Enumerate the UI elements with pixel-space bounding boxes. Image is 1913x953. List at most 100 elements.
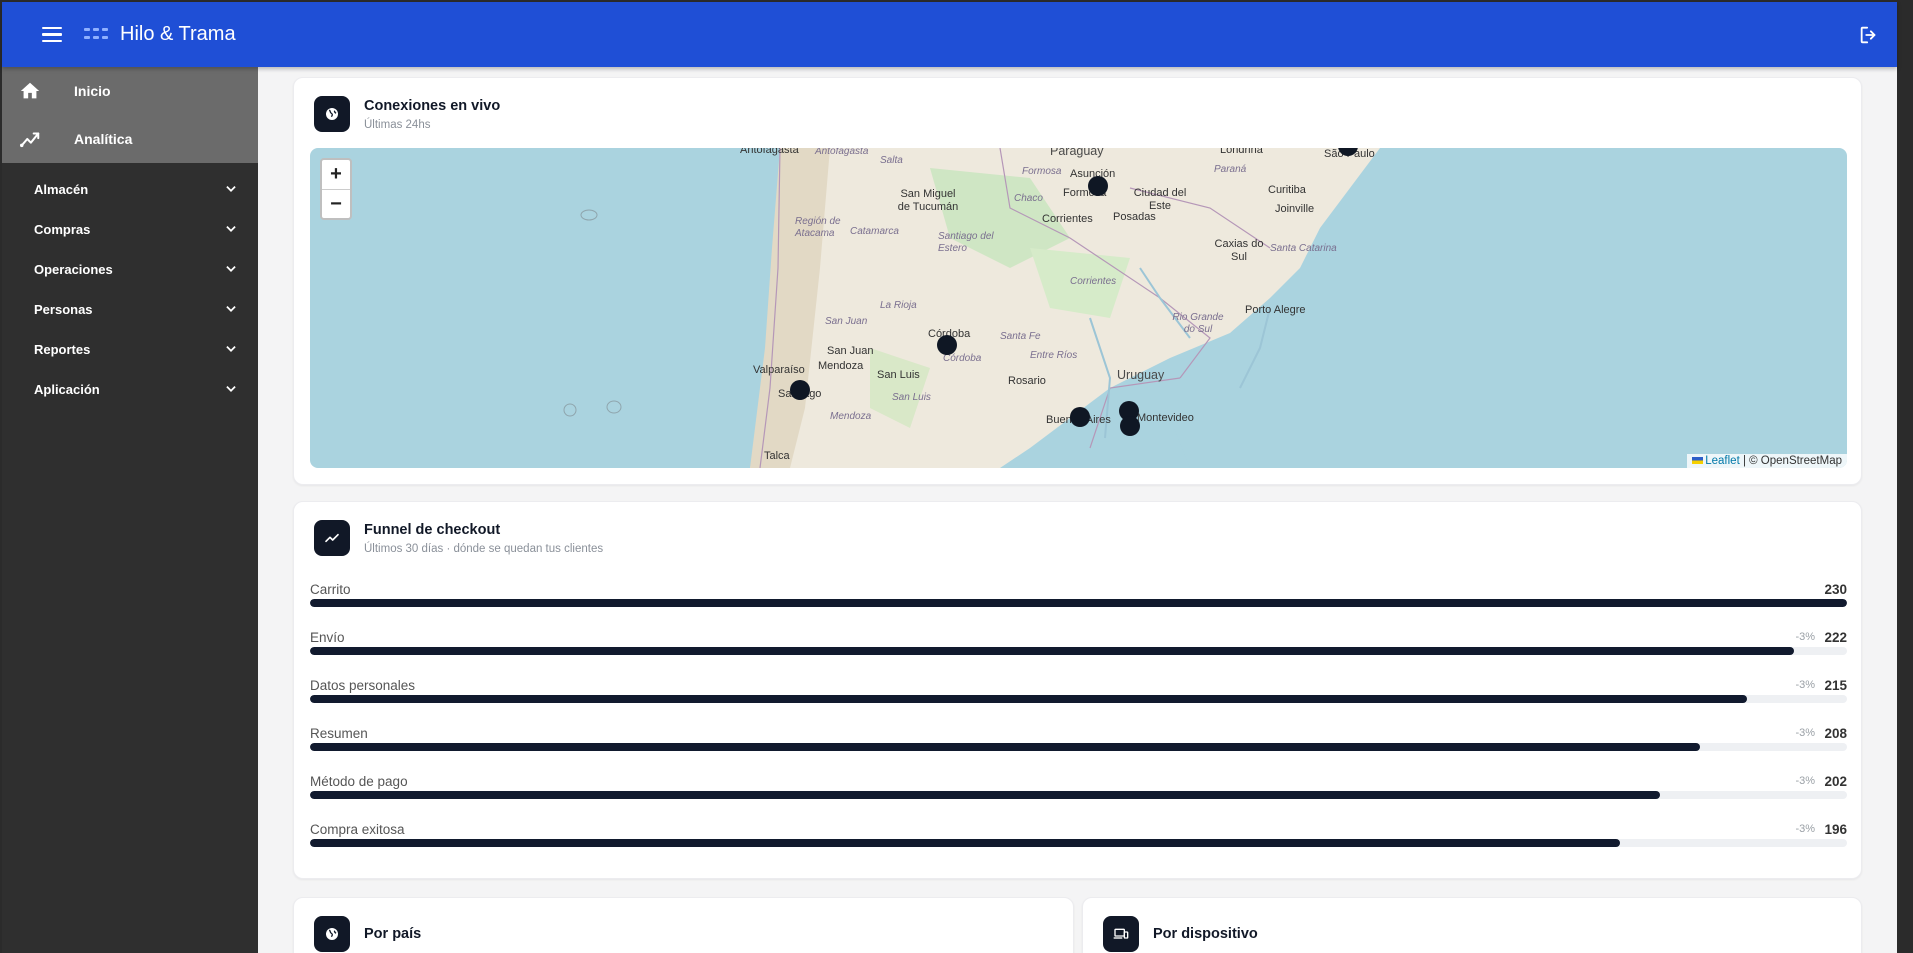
live-map[interactable]: Antofagasta Antofagasta Salta Paraguay F… [310, 148, 1847, 468]
map-place: Corrientes [1042, 213, 1093, 225]
funnel-step-bar [310, 791, 1847, 799]
map-marker[interactable] [790, 380, 810, 400]
zoom-in-button[interactable]: + [322, 160, 350, 189]
country-card: Por país [293, 897, 1074, 953]
funnel-step-label: Método de pago [310, 774, 408, 789]
sidebar-item-label: Analítica [74, 131, 133, 147]
map-place: Formosa [1022, 166, 1062, 177]
funnel-step-drop: -3% [1795, 727, 1815, 739]
funnel-step-label: Resumen [310, 726, 368, 741]
map-place: San Luis [892, 392, 931, 403]
chevron-down-icon [226, 386, 236, 392]
funnel-step-value: 230 [1824, 582, 1847, 597]
card-subtitle: Últimos 30 días · dónde se quedan tus cl… [364, 543, 604, 555]
map-place: Catamarca [850, 226, 899, 237]
attribution-text: | © OpenStreetMap [1739, 455, 1842, 467]
menu-icon[interactable] [42, 21, 70, 49]
sidebar-group-operaciones[interactable]: Operaciones [2, 249, 258, 289]
funnel-step-value: 215 [1824, 678, 1847, 693]
map-marker[interactable] [1120, 416, 1140, 436]
home-icon [18, 79, 42, 103]
map-attribution: Leaflet | © OpenStreetMap [1687, 454, 1847, 468]
map-place: Corrientes [1070, 276, 1117, 287]
sidebar-group-label: Almacén [34, 181, 89, 197]
zoom-out-button[interactable]: − [322, 189, 350, 218]
map-place: Paraná [1214, 164, 1247, 175]
map-place: Paraguay [1050, 148, 1104, 158]
map-place: Región de Atacama [795, 216, 841, 239]
sidebar-group-compras[interactable]: Compras [2, 209, 258, 249]
device-card: Por dispositivo [1082, 897, 1862, 953]
map-place: Londrina [1220, 148, 1263, 156]
map-place: San Miguel de Tucumán [897, 188, 959, 213]
sidebar-group-personas[interactable]: Personas [2, 289, 258, 329]
funnel-step-bar [310, 599, 1847, 607]
map-place: Ciudad del Este [1133, 187, 1187, 212]
sidebar-item-inicio[interactable]: Inicio [2, 67, 258, 115]
funnel-step: Resumen -3% 208 [310, 726, 1847, 766]
chevron-down-icon [226, 186, 236, 192]
app-title: Hilo & Trama [120, 23, 236, 45]
card-subtitle: Últimas 24hs [364, 119, 431, 131]
sidebar: Inicio Analítica Almacén Compras Operaci… [2, 67, 258, 953]
sidebar-top: Inicio Analítica [2, 67, 258, 163]
sidebar-item-analitica[interactable]: Analítica [2, 115, 258, 163]
chevron-down-icon [226, 306, 236, 312]
globe-icon [314, 96, 350, 132]
sidebar-group-label: Reportes [34, 341, 91, 357]
sidebar-group-reportes[interactable]: Reportes [2, 329, 258, 369]
logout-icon[interactable] [1857, 24, 1881, 46]
map-place: Montevideo [1137, 412, 1194, 424]
map-marker[interactable] [1070, 407, 1090, 427]
leaflet-link[interactable]: Leaflet [1705, 455, 1740, 467]
map-place: San Luis [877, 369, 920, 381]
funnel-step-bar-fill [310, 695, 1747, 703]
map-place: Mendoza [818, 360, 864, 372]
funnel-step-value: 202 [1824, 774, 1847, 789]
main-content: Conexiones en vivo Últimas 24hs Antofaga… [258, 67, 1897, 953]
funnel-card: Funnel de checkout Últimos 30 días · dón… [293, 501, 1862, 879]
map-place: La Rioja [880, 300, 917, 311]
analytics-icon [18, 127, 42, 151]
map-place: Joinville [1275, 203, 1315, 215]
card-header: Funnel de checkout Últimos 30 días · dón… [314, 520, 603, 556]
map-place: Caxias do Sul [1214, 238, 1264, 263]
map-place: Salta [880, 155, 903, 166]
map-place: Chaco [1014, 193, 1043, 204]
funnel-step-value: 196 [1824, 822, 1847, 837]
card-title: Funnel de checkout [364, 522, 501, 538]
app-bar: Hilo & Trama [2, 2, 1897, 67]
map-place: San Juan [825, 316, 868, 327]
sidebar-group-aplicacion[interactable]: Aplicación [2, 369, 258, 409]
sidebar-group-label: Compras [34, 221, 91, 237]
funnel-step-label: Datos personales [310, 678, 416, 693]
funnel-step-label: Envío [310, 630, 345, 645]
map-place: Antofagasta [815, 148, 869, 157]
funnel-step-drop: -3% [1795, 679, 1815, 691]
sidebar-group-almacen[interactable]: Almacén [2, 169, 258, 209]
map-place: Curitiba [1268, 184, 1306, 196]
ukraine-flag-icon [1692, 457, 1704, 465]
map-place: Rio Grande do Sul [1172, 312, 1224, 335]
card-header: Por país [314, 916, 421, 952]
map-place: Santa Catarina [1270, 243, 1337, 254]
funnel-step-bar-fill [310, 599, 1847, 607]
sidebar-item-label: Inicio [74, 83, 111, 99]
map-place: Antofagasta [740, 148, 799, 156]
funnel-step: Carrito 230 [310, 582, 1847, 622]
map-marker[interactable] [937, 335, 957, 355]
card-header: Por dispositivo [1103, 916, 1258, 952]
map-place: Entre Ríos [1030, 350, 1078, 361]
sidebar-group-label: Personas [34, 301, 93, 317]
funnel-step: Método de pago -3% 202 [310, 774, 1847, 814]
map-marker[interactable] [1088, 176, 1108, 196]
card-title: Por dispositivo [1153, 926, 1258, 942]
funnel-step-bar-fill [310, 839, 1620, 847]
funnel-step-bar-fill [310, 647, 1794, 655]
devices-icon [1103, 916, 1139, 952]
map-place: Posadas [1113, 211, 1156, 223]
map-zoom-control: + − [320, 158, 352, 220]
funnel-step: Datos personales -3% 215 [310, 678, 1847, 718]
map-place: Porto Alegre [1245, 304, 1306, 316]
globe-icon [314, 916, 350, 952]
